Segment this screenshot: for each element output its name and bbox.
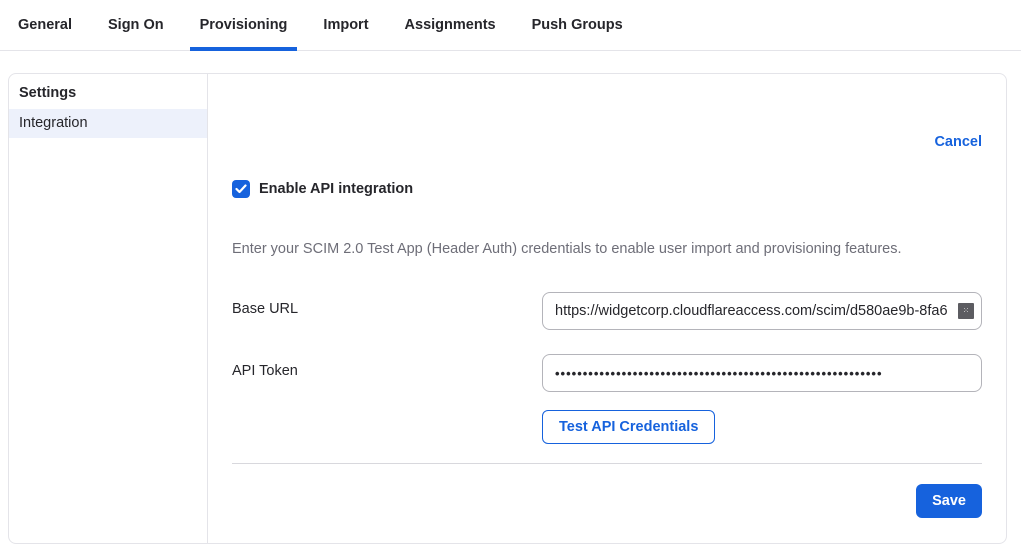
app-tab-bar: General Sign On Provisioning Import Assi… <box>0 0 1021 51</box>
base-url-input-wrap: ⁙ <box>542 292 982 330</box>
cancel-row: Cancel <box>232 133 982 151</box>
provisioning-panel: Settings Integration Cancel Enable API i… <box>8 73 1007 544</box>
save-button[interactable]: Save <box>916 484 982 518</box>
base-url-row: Base URL ⁙ <box>232 292 982 330</box>
integration-settings-content: Cancel Enable API integration Enter your… <box>208 74 1006 543</box>
api-token-row: API Token <box>232 354 982 392</box>
tab-sign-on[interactable]: Sign On <box>98 0 174 50</box>
api-token-input-wrap <box>542 354 982 392</box>
test-api-credentials-button[interactable]: Test API Credentials <box>542 410 715 444</box>
enable-api-checkbox[interactable] <box>232 180 250 198</box>
enable-api-integration-row: Enable API integration <box>232 180 982 198</box>
cancel-link[interactable]: Cancel <box>934 134 982 150</box>
base-url-label: Base URL <box>232 292 298 330</box>
footer-divider <box>232 463 982 464</box>
tab-provisioning[interactable]: Provisioning <box>190 0 298 50</box>
tab-import[interactable]: Import <box>313 0 378 50</box>
credentials-description: Enter your SCIM 2.0 Test App (Header Aut… <box>232 242 982 257</box>
settings-sidebar: Settings Integration <box>9 74 208 543</box>
sidebar-item-integration[interactable]: Integration <box>9 109 207 138</box>
api-token-label: API Token <box>232 354 298 392</box>
enable-api-checkbox-label: Enable API integration <box>259 181 413 197</box>
base-url-input[interactable] <box>542 292 982 330</box>
tab-assignments[interactable]: Assignments <box>395 0 506 50</box>
checkmark-icon <box>235 184 247 194</box>
sidebar-header-settings: Settings <box>9 80 207 109</box>
tab-push-groups[interactable]: Push Groups <box>522 0 633 50</box>
text-overflow-cursor-icon: ⁙ <box>958 303 974 319</box>
tab-general[interactable]: General <box>8 0 82 50</box>
save-row: Save <box>232 484 982 518</box>
api-token-input[interactable] <box>542 354 982 392</box>
